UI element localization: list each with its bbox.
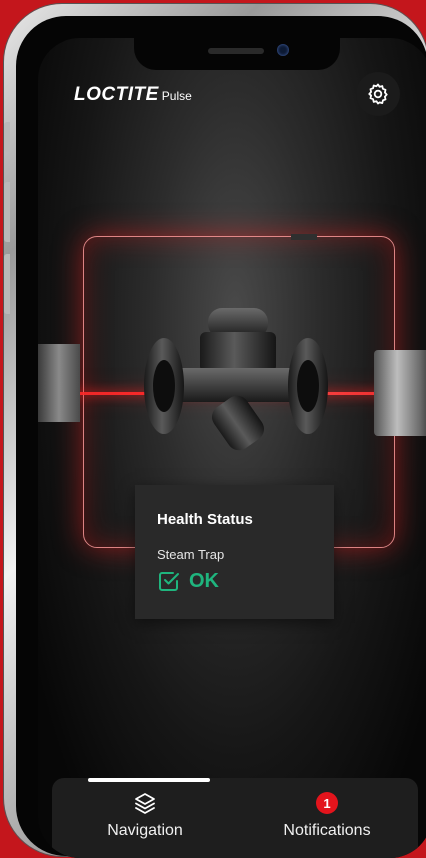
device-name: Steam Trap (157, 547, 225, 562)
layers-icon (135, 793, 155, 814)
right-sensor-device (374, 350, 426, 436)
settings-button[interactable] (356, 72, 400, 116)
phone-bezel: LOCTITE Pulse Health Status Steam Trap O… (16, 16, 426, 858)
active-tab-indicator (88, 778, 210, 782)
nav-tab-label: Notifications (283, 822, 371, 839)
notification-badge: 1 (316, 792, 338, 814)
scan-frame-gap (291, 234, 317, 240)
status-badge: OK (157, 569, 219, 593)
left-sensor-device (38, 344, 80, 422)
bottom-navigation: Navigation 1 Notifications (52, 778, 418, 858)
status-text: OK (189, 569, 219, 592)
logo-wordmark: LOCTITE (74, 84, 159, 105)
front-camera (277, 44, 289, 56)
phone-notch (134, 38, 340, 70)
logo-product-name: Pulse (161, 89, 192, 103)
health-status-title: Health Status (157, 511, 253, 528)
nav-tab-navigation[interactable]: Navigation (60, 788, 230, 840)
app-screen: LOCTITE Pulse Health Status Steam Trap O… (38, 38, 426, 858)
nav-tab-label: Navigation (107, 822, 183, 839)
mute-switch (4, 122, 10, 152)
health-status-card[interactable]: Health Status Steam Trap OK (135, 485, 334, 619)
volume-down-button (4, 254, 10, 314)
app-logo: LOCTITE Pulse (74, 84, 192, 106)
nav-tab-notifications[interactable]: 1 Notifications (242, 788, 412, 840)
steam-trap-image (144, 308, 328, 451)
gear-icon (368, 83, 388, 105)
volume-up-button (4, 182, 10, 242)
phone-frame: LOCTITE Pulse Health Status Steam Trap O… (4, 4, 426, 858)
speaker-grille (208, 48, 264, 54)
check-square-icon (159, 572, 179, 591)
